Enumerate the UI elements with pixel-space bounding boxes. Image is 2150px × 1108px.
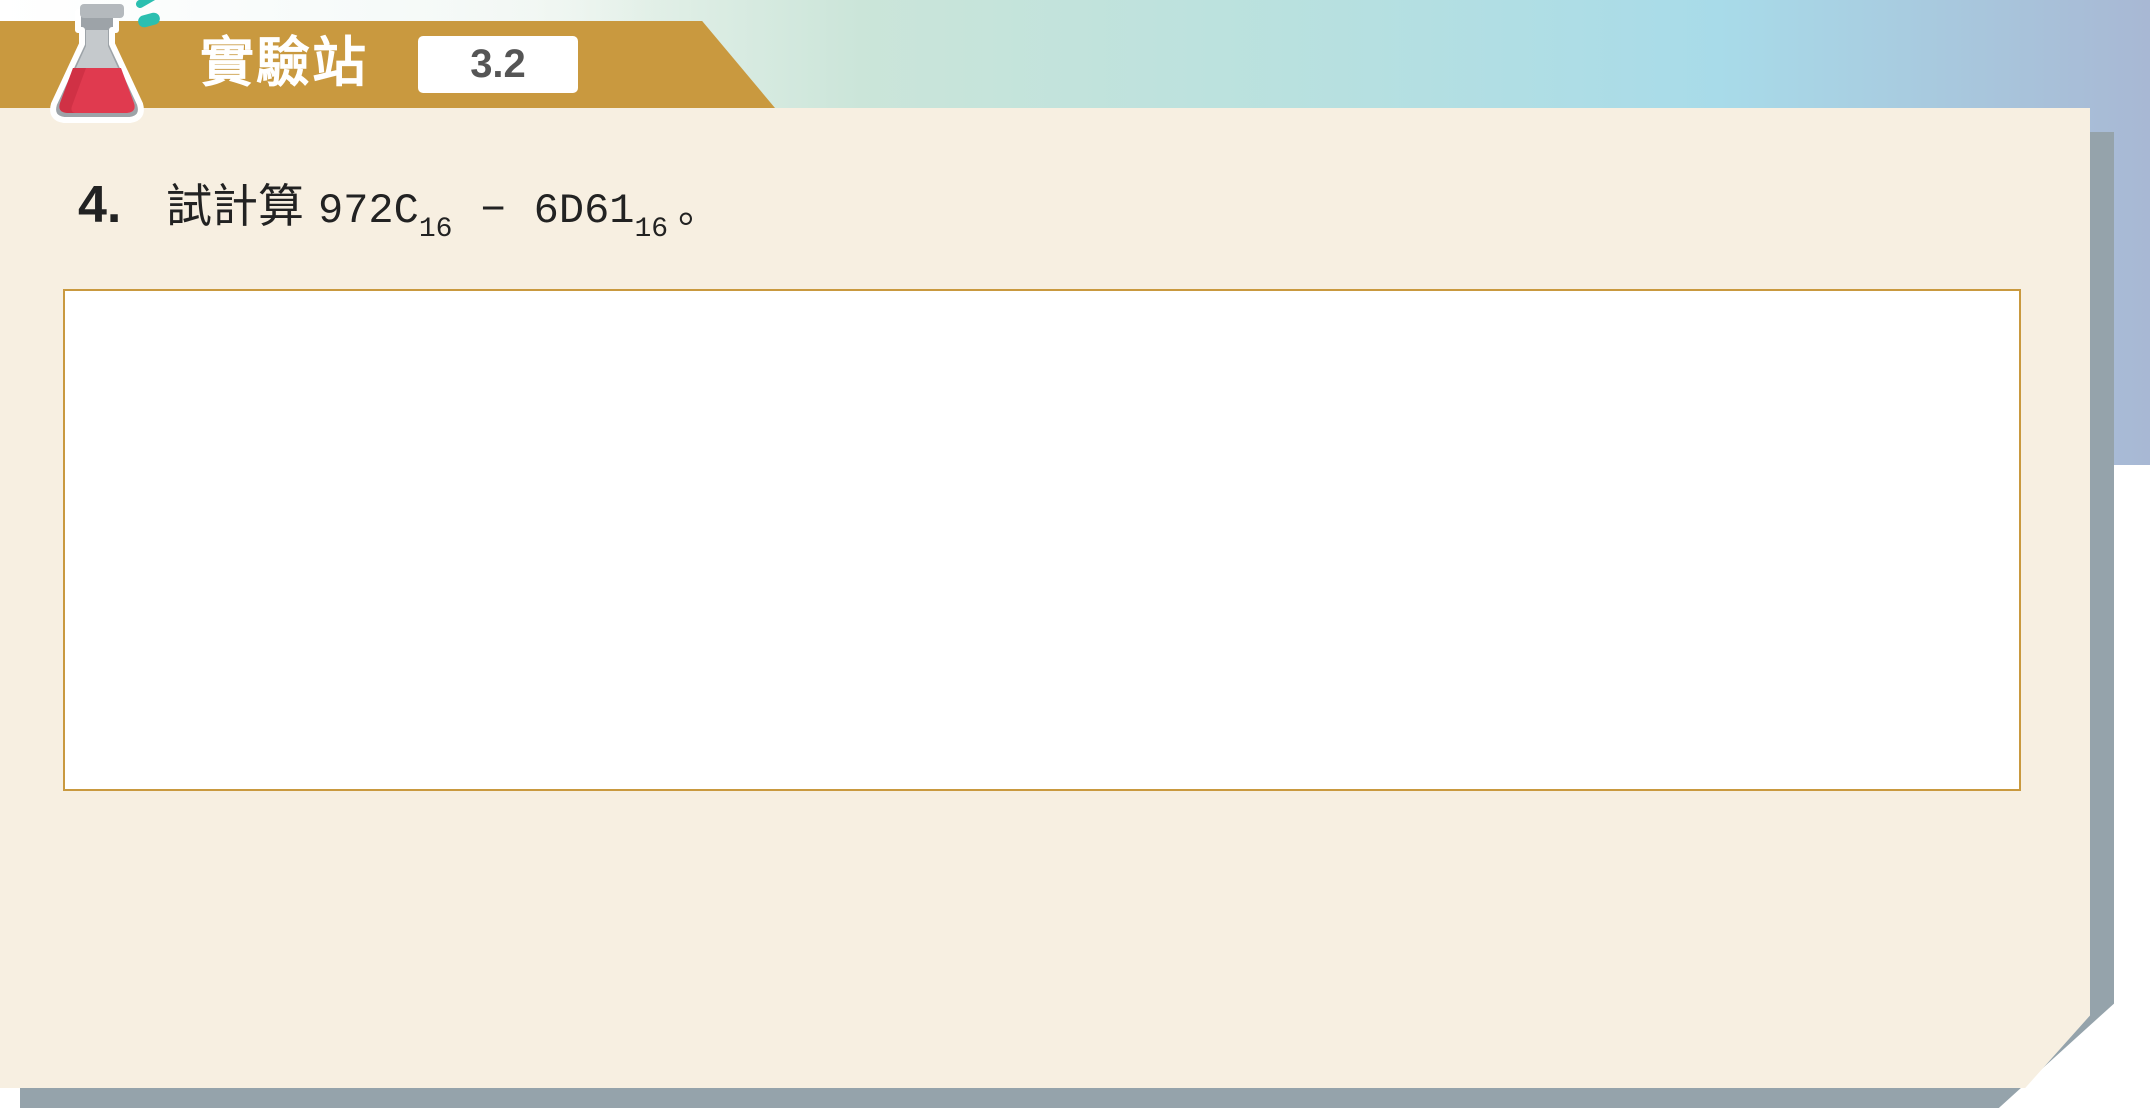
- header-title: 實驗站: [200, 31, 368, 94]
- answer-box[interactable]: [63, 289, 2021, 791]
- operand-2: 6D61: [533, 187, 635, 235]
- flask-icon: [50, 0, 160, 123]
- operator-minus: −: [480, 187, 506, 235]
- question-ending: 。: [678, 186, 719, 232]
- question-text: 4. 試計算 972C 16 − 6D61 16 。: [78, 170, 719, 245]
- question-number: 4.: [78, 176, 122, 234]
- operand-1-base: 16: [418, 214, 453, 245]
- operand-1: 972C: [318, 187, 419, 235]
- operand-2-base: 16: [634, 214, 669, 245]
- question-prefix: 試計算: [166, 179, 304, 233]
- section-number-badge: 3.2: [418, 36, 578, 93]
